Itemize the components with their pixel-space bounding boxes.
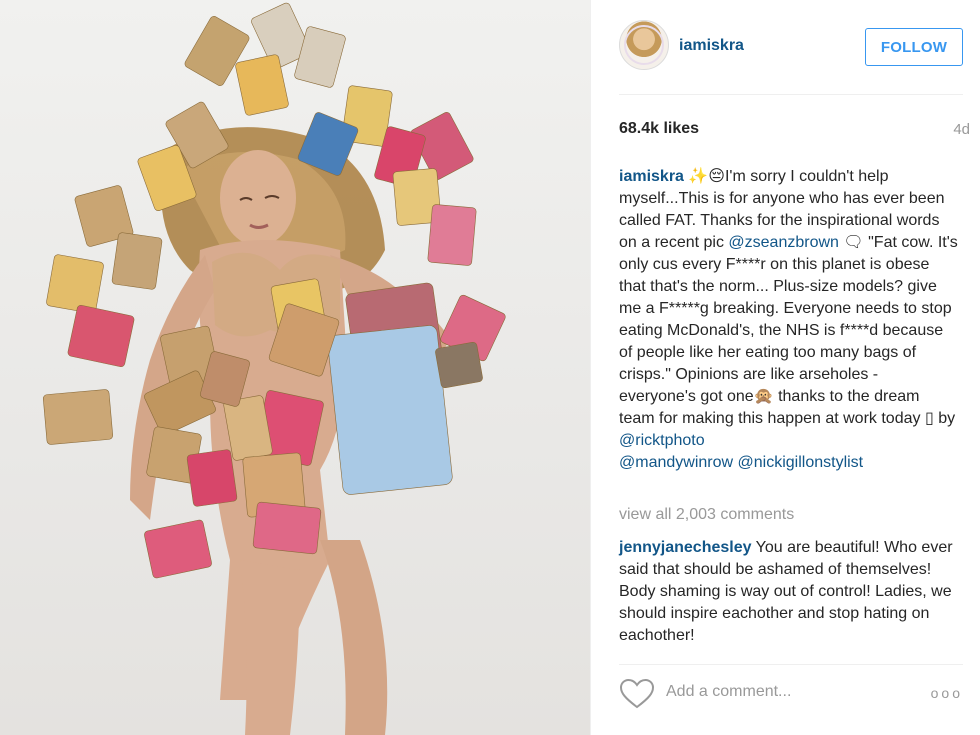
likes-count[interactable]: 68.4k likes (619, 120, 699, 138)
monkey-emoji-icon: 🙊 (753, 388, 774, 405)
mention-link[interactable]: @ricktphoto (619, 432, 705, 449)
caption: iamiskra ✨😔I'm sorry I couldn't help mys… (619, 166, 959, 474)
more-options-icon[interactable]: ooo (931, 685, 963, 701)
missing-glyph-icon: ▯ (924, 410, 934, 427)
caption-username[interactable]: iamiskra (619, 168, 684, 185)
comment-username[interactable]: jennyjanechesley (619, 539, 752, 556)
comment: jennyjanechesley You are beautiful! Who … (619, 537, 959, 647)
photo-illustration (42, 2, 506, 735)
post-photo[interactable] (0, 0, 590, 735)
header-username[interactable]: iamiskra (679, 37, 744, 55)
follow-button[interactable]: FOLLOW (865, 28, 963, 66)
heart-outline-icon[interactable] (619, 678, 655, 710)
chip-bags (42, 2, 506, 579)
add-comment-input[interactable]: Add a comment... (666, 683, 791, 701)
mention-link[interactable]: @mandywinrow (619, 454, 733, 471)
speech-bubble-emoji-icon: 🗨 (838, 234, 869, 251)
caption-text-4: by (933, 410, 956, 427)
post-header: iamiskra FOLLOW (619, 20, 971, 74)
comment-bar: Add a comment... ooo (619, 664, 973, 724)
avatar[interactable] (619, 20, 669, 70)
view-all-comments-link[interactable]: view all 2,003 comments (619, 506, 794, 524)
caption-text-2: "Fat cow. It's only cus every F****r on … (619, 234, 958, 405)
post-sidebar: iamiskra FOLLOW 68.4k likes 4d iamiskra … (590, 0, 980, 735)
sparkles-emoji-icon: ✨😔 (683, 168, 725, 185)
post-age[interactable]: 4d (953, 121, 970, 138)
mention-link[interactable]: @zseanzbrown (728, 234, 839, 251)
divider (619, 94, 963, 95)
mention-link[interactable]: @nickigillonstylist (738, 454, 864, 471)
